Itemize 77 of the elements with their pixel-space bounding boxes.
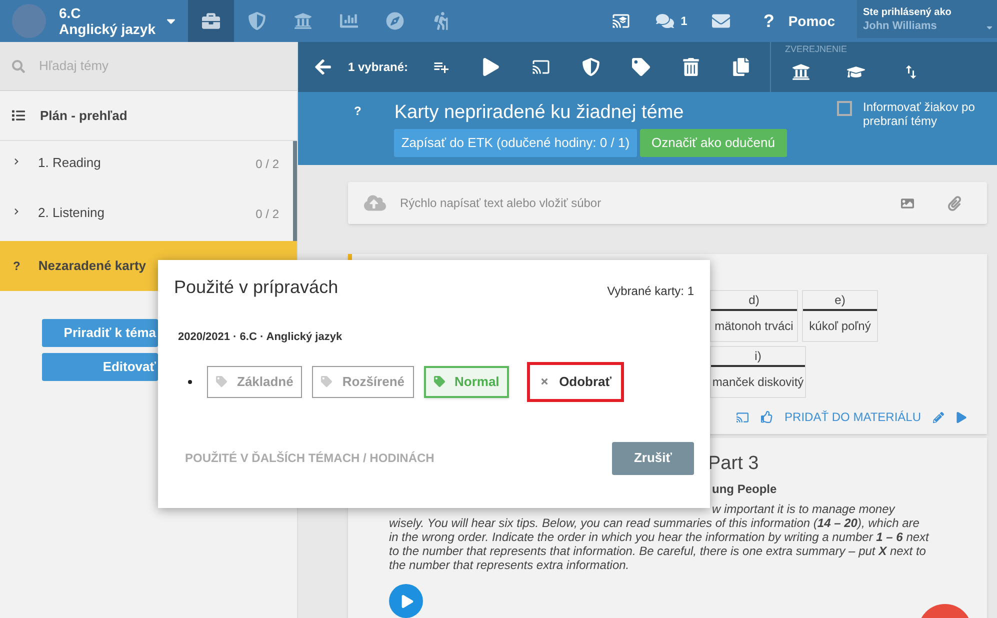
help-button[interactable]: Pomoc — [788, 10, 835, 32]
mail-icon[interactable] — [712, 12, 730, 30]
paperclip-icon[interactable] — [948, 196, 961, 210]
instructions-paragraph: w important it is to manage money wisely. You will hear six tips. Below, you can read summaries of this information (14 – 20), which are in the wrong order. Indicate the order in which you hear the information by writing a number 1 – 6 next to the number that represents that information. Be careful, there is one extra summary – put X next to the number that represents extra information. — [389, 502, 929, 572]
overview-link[interactable]: Plán - prehľad — [40, 106, 128, 126]
user-menu[interactable]: Ste prihlásený ako John Williams — [857, 0, 997, 38]
message-count: 1 — [680, 13, 688, 30]
question-mark: ? — [13, 258, 20, 275]
chevron-icon — [13, 208, 20, 215]
subject-name: Anglický jazyk — [59, 21, 156, 37]
table-cell-text: kúkoľ poľný — [808, 318, 872, 335]
bullet-icon — [188, 380, 192, 384]
topic-count: 0 / 2 — [256, 206, 279, 223]
class-name: 6.C — [59, 5, 82, 21]
delete-icon — [682, 58, 700, 76]
play-icon — [400, 594, 414, 608]
compass-icon — [386, 12, 404, 30]
quick-input-bar[interactable]: Rýchlo napísať text alebo vložiť súbor — [348, 182, 987, 224]
checkbox[interactable] — [837, 101, 852, 116]
cancel-button[interactable]: Zrušiť — [612, 442, 694, 474]
topic-title: Karty nepriradené ku žiadnej téme — [394, 101, 685, 125]
table-cell-text: mätonoh trváci — [714, 318, 794, 335]
tag-icon — [632, 58, 650, 76]
add-to-material-link[interactable]: PRIDAŤ DO MATERIÁLU — [784, 408, 921, 426]
thumbs-up-icon[interactable] — [760, 411, 773, 423]
close-icon — [540, 377, 550, 386]
cast-screen-icon[interactable] — [612, 12, 630, 30]
mark-done-button[interactable]: Označiť ako odučenú — [640, 129, 787, 157]
shield-icon — [582, 58, 600, 76]
level-tag[interactable]: Základné — [207, 366, 302, 398]
bar-chart-icon — [340, 12, 358, 30]
tag-icon — [434, 376, 444, 387]
level-tag[interactable]: Normal — [424, 366, 510, 398]
topic-count: 0 / 2 — [256, 156, 279, 173]
quick-input-field[interactable]: Rýchlo napísať text alebo vložiť súbor — [400, 194, 901, 212]
topic-label: 1. Reading — [38, 154, 101, 172]
remove-button[interactable]: Odobrať — [527, 362, 624, 402]
photo-placeholder — [12, 4, 46, 38]
other-uses-link[interactable]: POUŽITÉ V ĎALŠÍCH TÉMACH / HODINÁCH — [185, 449, 434, 467]
hikers-icon — [432, 12, 450, 30]
nav-tab[interactable] — [188, 0, 234, 42]
shield-icon — [248, 12, 266, 30]
selected-count: Vybrané karty: 1 — [607, 283, 694, 300]
table-header: e) — [803, 291, 877, 311]
sidebar-button[interactable]: Editovať — [42, 353, 158, 381]
question-mark: ? — [354, 103, 362, 118]
play-icon — [482, 58, 500, 76]
building-icon — [294, 12, 312, 30]
selection-count: 1 vybrané: — [348, 59, 408, 76]
tag-icon — [216, 376, 227, 387]
checkbox-label: Informovať žiakov po prebraní témy — [863, 100, 976, 128]
publish-label: ZVEREJNENIE — [785, 43, 848, 56]
cast-icon — [532, 58, 550, 76]
chevron-icon — [13, 158, 20, 165]
card-subtitle: ung People — [712, 481, 778, 498]
card-title: Part 3 — [708, 452, 760, 476]
comments-icon[interactable] — [656, 12, 674, 30]
image-icon[interactable] — [901, 196, 914, 210]
building-icon — [792, 63, 810, 81]
search-icon — [12, 60, 25, 72]
context-label: 2020/2021 · 6.C · Anglický jazyk — [178, 330, 344, 345]
help-mark: ? — [763, 10, 774, 32]
copy-icon — [732, 58, 750, 76]
level-tag[interactable]: Rozšírené — [312, 366, 414, 398]
topic-label: Nezaradené karty — [38, 257, 146, 276]
sidebar-button[interactable]: Priradiť k téma — [42, 319, 158, 347]
briefcase-icon — [202, 12, 220, 30]
pencil-icon[interactable] — [933, 412, 944, 422]
cast-icon[interactable] — [736, 410, 749, 424]
back-icon — [314, 58, 332, 76]
play-icon[interactable] — [956, 412, 967, 422]
tag-icon — [321, 376, 332, 387]
table-cell-text: manček diskovitý — [711, 374, 805, 391]
list-icon — [11, 109, 26, 122]
topic-label: 2. Listening — [38, 204, 104, 222]
play-button[interactable] — [389, 584, 423, 618]
etk-button[interactable]: Zapísať do ETK (odučené hodiny: 0 / 1) — [394, 129, 637, 157]
